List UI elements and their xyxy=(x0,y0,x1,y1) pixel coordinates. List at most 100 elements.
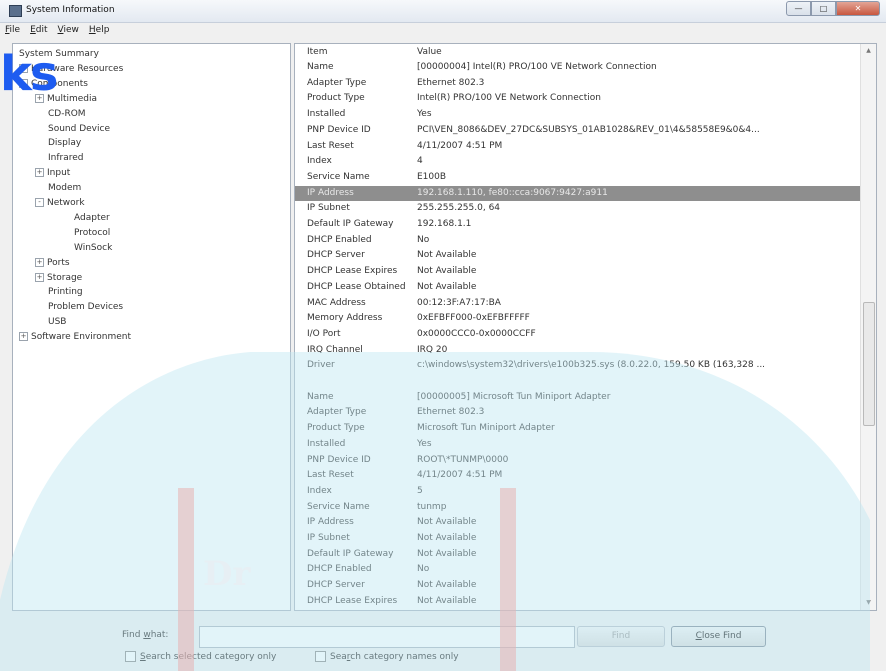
table-row[interactable] xyxy=(295,374,860,390)
table-row[interactable]: Installed Yes xyxy=(295,107,860,123)
table-row[interactable]: Name [00000005] Microsoft Tun Miniport Ad… xyxy=(295,390,860,406)
table-row[interactable]: I/O Port 0x0000CCC0-0x0000CCFF xyxy=(295,327,860,343)
details-list[interactable]: Item Value Name [00000004] Intel(R) PRO/1… xyxy=(294,43,877,611)
table-row[interactable]: MAC Address 00:12:3F:A7:17:BA xyxy=(295,296,860,312)
maximize-button[interactable]: □ xyxy=(811,1,836,16)
expand-icon[interactable]: + xyxy=(35,272,44,282)
expand-icon[interactable]: + xyxy=(19,332,28,342)
menu-file[interactable]: File xyxy=(0,23,25,39)
table-row[interactable]: Memory Address 0xEFBFF000-0xEFBFFFFF xyxy=(295,311,860,327)
scroll-up-arrow-icon[interactable]: ▲ xyxy=(861,44,876,58)
table-row[interactable]: Default IP Gateway 192.168.1.1 xyxy=(295,217,860,233)
row-item: Adapter Type xyxy=(307,77,367,88)
table-row[interactable]: Service Name tunmp xyxy=(295,500,860,516)
tree-item-label: Storage xyxy=(47,272,83,283)
menu-help[interactable]: Help xyxy=(84,23,115,39)
search-category-names-checkbox[interactable]: Search category names only xyxy=(315,651,459,662)
table-row[interactable]: DHCP Enabled No xyxy=(295,562,860,578)
row-item: IP Address xyxy=(307,517,354,528)
row-value: PCI\VEN_8086&DEV_27DC&SUBSYS_01AB1028&RE… xyxy=(417,124,760,135)
tree-item[interactable]: Display xyxy=(35,136,81,150)
expand-icon[interactable]: + xyxy=(35,257,44,267)
row-item: IP Subnet xyxy=(307,203,350,214)
tree-item[interactable]: + Software Environment xyxy=(19,330,131,344)
table-row-selected[interactable]: IP Address 192.168.1.110, fe80::cca:9067:… xyxy=(295,185,860,202)
row-value: 192.168.1.110, fe80::cca:9067:9427:a911 xyxy=(417,187,608,198)
table-row[interactable]: Service Name E100B xyxy=(295,170,860,186)
checkbox-box[interactable] xyxy=(315,651,326,662)
tree-item[interactable]: Modem xyxy=(35,181,81,195)
table-row[interactable]: Last Reset 4/11/2007 4:51 PM xyxy=(295,139,860,155)
table-row[interactable]: IRQ Channel IRQ 20 xyxy=(295,343,860,359)
table-row[interactable]: Index 4 xyxy=(295,154,860,170)
row-item: PNP Device ID xyxy=(307,124,371,135)
table-row[interactable]: Last Reset 4/11/2007 4:51 PM xyxy=(295,468,860,484)
collapse-icon[interactable]: - xyxy=(35,198,44,207)
column-header-value[interactable]: Value xyxy=(417,44,442,60)
tree-item[interactable]: USB xyxy=(35,315,66,329)
table-row[interactable]: IP Subnet Not Available xyxy=(295,531,860,547)
column-header: Item Value xyxy=(295,44,860,60)
row-value: No xyxy=(417,234,430,245)
table-row[interactable]: Product Type Microsoft Tun Miniport Adapt… xyxy=(295,421,860,437)
tree-item-label: Adapter xyxy=(74,212,110,223)
row-item: Service Name xyxy=(307,171,370,182)
tree-item-label: Software Environment xyxy=(31,332,132,343)
table-row[interactable]: DHCP Lease Expires Not Available xyxy=(295,594,860,610)
table-row[interactable]: PNP Device ID ROOT\*TUNMP\0000 xyxy=(295,453,860,469)
tree-item[interactable]: WinSock xyxy=(61,241,112,255)
tree-item[interactable]: - Network xyxy=(35,196,85,210)
vertical-scrollbar[interactable]: ▲ ▼ xyxy=(860,44,876,610)
close-find-button[interactable]: Close Find xyxy=(671,626,766,647)
table-row[interactable]: DHCP Lease Obtained Not Available xyxy=(295,610,860,611)
row-value: Intel(R) PRO/100 VE Network Connection xyxy=(417,93,601,104)
table-row[interactable]: Driver c:\windows\system32\drivers\e100b3… xyxy=(295,358,860,374)
menu-view[interactable]: View xyxy=(53,23,84,39)
table-row[interactable]: Index 5 xyxy=(295,484,860,500)
scroll-thumb[interactable] xyxy=(863,302,875,426)
tree-item[interactable]: + Input xyxy=(35,166,70,180)
find-what-input[interactable] xyxy=(199,626,575,648)
row-value: Not Available xyxy=(417,548,477,559)
table-row[interactable]: IP Address Not Available xyxy=(295,515,860,531)
column-header-item[interactable]: Item xyxy=(307,44,328,60)
table-row[interactable]: Name [00000004] Intel(R) PRO/100 VE Netwo… xyxy=(295,60,860,76)
tree-item-label: WinSock xyxy=(74,242,113,253)
tree-item[interactable]: + Ports xyxy=(35,256,70,270)
table-row[interactable]: Product Type Intel(R) PRO/100 VE Network … xyxy=(295,91,860,107)
table-row[interactable]: Default IP Gateway Not Available xyxy=(295,547,860,563)
tree-item[interactable]: Problem Devices xyxy=(35,300,123,314)
table-row[interactable]: IP Subnet 255.255.255.0, 64 xyxy=(295,201,860,217)
minimize-button[interactable]: — xyxy=(786,1,811,16)
ks-overlay-text: ks xyxy=(0,46,58,102)
tree-item[interactable]: Sound Device xyxy=(35,122,110,136)
checkbox-box[interactable] xyxy=(125,651,136,662)
scroll-down-arrow-icon[interactable]: ▼ xyxy=(861,596,876,610)
table-row[interactable]: PNP Device ID PCI\VEN_8086&DEV_27DC&SUBSY… xyxy=(295,123,860,139)
find-button[interactable]: Find xyxy=(577,626,665,647)
tree-item[interactable]: Infrared xyxy=(35,151,84,165)
table-row[interactable]: DHCP Server Not Available xyxy=(295,578,860,594)
table-row[interactable]: DHCP Enabled No xyxy=(295,233,860,249)
title-bar[interactable]: System Information — □ ✕ xyxy=(0,0,886,23)
tree-item[interactable]: + Storage xyxy=(35,271,82,285)
table-row[interactable]: Adapter Type Ethernet 802.3 xyxy=(295,76,860,92)
table-row[interactable]: Adapter Type Ethernet 802.3 xyxy=(295,405,860,421)
tree-item[interactable]: CD-ROM xyxy=(35,107,86,121)
category-tree[interactable]: System Summary + Hardware Resources - Compon… xyxy=(12,43,291,611)
table-row[interactable]: DHCP Server Not Available xyxy=(295,248,860,264)
close-button[interactable]: ✕ xyxy=(836,1,880,16)
row-item: IP Subnet xyxy=(307,533,350,543)
row-value: 4/11/2007 4:51 PM xyxy=(417,470,503,481)
search-selected-category-checkbox[interactable]: Search selected category only xyxy=(125,651,276,662)
tree-item[interactable]: Adapter xyxy=(61,211,110,225)
find-bar: Find what: Find Close Find Search select… xyxy=(0,612,886,671)
table-row[interactable]: Installed Yes xyxy=(295,437,860,453)
expand-icon[interactable]: + xyxy=(35,168,44,178)
row-item: Index xyxy=(307,156,332,167)
table-row[interactable]: DHCP Lease Expires Not Available xyxy=(295,264,860,280)
table-row[interactable]: DHCP Lease Obtained Not Available xyxy=(295,280,860,296)
tree-item[interactable]: Protocol xyxy=(61,226,110,240)
menu-edit[interactable]: Edit xyxy=(25,23,52,39)
tree-item[interactable]: Printing xyxy=(35,285,83,299)
